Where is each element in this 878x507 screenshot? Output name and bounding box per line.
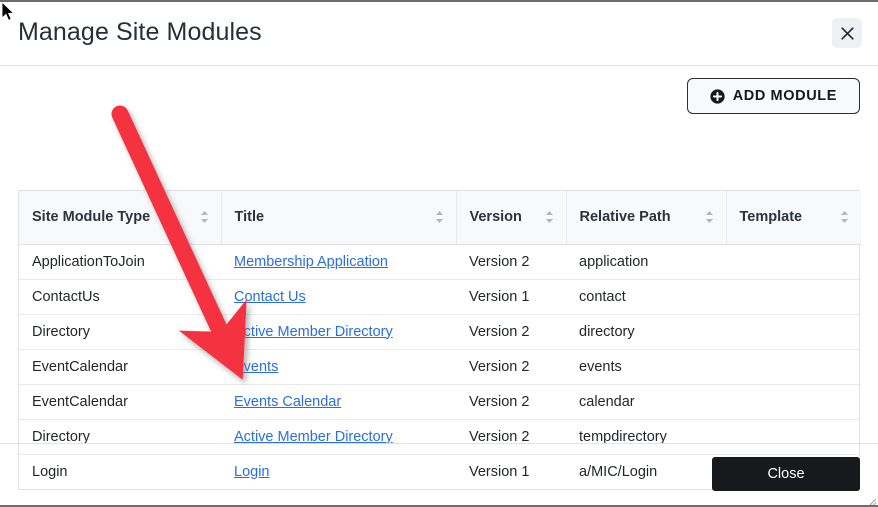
table-row: ApplicationToJoin Membership Application V… bbox=[19, 244, 861, 280]
cell-title: Membership Application bbox=[221, 244, 456, 280]
cell-title: Events Calendar bbox=[221, 384, 456, 420]
column-header-version[interactable]: Version bbox=[456, 191, 567, 245]
plus-circle-icon bbox=[710, 88, 725, 104]
sort-icon[interactable] bbox=[705, 210, 714, 224]
cell-template bbox=[726, 384, 861, 420]
module-title-link[interactable]: Events bbox=[234, 359, 278, 375]
column-label: Version bbox=[469, 209, 522, 226]
cell-title: Events bbox=[221, 349, 456, 385]
module-title-link[interactable]: Membership Application bbox=[234, 254, 388, 270]
cell-relative-path: contact bbox=[566, 279, 726, 315]
close-button[interactable]: Close bbox=[712, 457, 860, 491]
table-header-row: Site Module Type Title Version Relative … bbox=[19, 191, 861, 245]
cell-version: Version 2 bbox=[456, 384, 566, 420]
module-title-link[interactable]: Contact Us bbox=[234, 289, 306, 305]
manage-site-modules-dialog: Manage Site Modules ADD MODULE Site Modu… bbox=[0, 0, 878, 507]
column-label: Relative Path bbox=[579, 209, 671, 226]
dialog-body: ADD MODULE Site Module Type Title Versio… bbox=[0, 66, 878, 490]
cell-version: Version 2 bbox=[456, 244, 566, 280]
sort-icon[interactable] bbox=[435, 210, 444, 224]
column-header-site-module-type[interactable]: Site Module Type bbox=[19, 191, 222, 245]
cell-relative-path: application bbox=[566, 244, 726, 280]
module-title-link[interactable]: Active Member Directory bbox=[234, 324, 393, 340]
cell-relative-path: directory bbox=[566, 314, 726, 350]
add-module-button[interactable]: ADD MODULE bbox=[686, 78, 860, 114]
cell-site-module-type: EventCalendar bbox=[19, 384, 221, 420]
dialog-footer: Close bbox=[0, 443, 878, 506]
cell-title: Contact Us bbox=[221, 279, 456, 315]
cell-site-module-type: ApplicationToJoin bbox=[19, 244, 221, 280]
cell-template bbox=[726, 279, 861, 315]
cell-site-module-type: Directory bbox=[19, 314, 221, 350]
column-header-relative-path[interactable]: Relative Path bbox=[566, 191, 727, 245]
cell-relative-path: events bbox=[566, 349, 726, 385]
column-header-title[interactable]: Title bbox=[221, 191, 457, 245]
table-row: EventCalendar Events Calendar Version 2 cal… bbox=[19, 384, 861, 420]
close-icon-button[interactable] bbox=[832, 18, 862, 48]
cell-version: Version 2 bbox=[456, 314, 566, 350]
table-row: ContactUs Contact Us Version 1 contact bbox=[19, 279, 861, 315]
cell-version: Version 2 bbox=[456, 349, 566, 385]
cell-site-module-type: ContactUs bbox=[19, 279, 221, 315]
resize-handle[interactable] bbox=[867, 493, 877, 506]
dialog-header: Manage Site Modules bbox=[0, 2, 878, 66]
page-title: Manage Site Modules bbox=[18, 18, 262, 46]
add-module-label: ADD MODULE bbox=[732, 88, 837, 104]
column-header-template[interactable]: Template bbox=[726, 191, 861, 245]
toolbar: ADD MODULE bbox=[686, 78, 860, 114]
close-icon bbox=[840, 26, 855, 41]
cell-title: Active Member Directory bbox=[221, 314, 456, 350]
column-label: Title bbox=[234, 209, 265, 226]
table-row: EventCalendar Events Version 2 events bbox=[19, 349, 861, 385]
sort-icon[interactable] bbox=[840, 210, 849, 224]
cell-relative-path: calendar bbox=[566, 384, 726, 420]
column-label: Template bbox=[739, 209, 803, 226]
table-row: Directory Active Member Directory Version … bbox=[19, 314, 861, 350]
cell-template bbox=[726, 244, 861, 280]
sort-icon[interactable] bbox=[545, 210, 554, 224]
cell-site-module-type: EventCalendar bbox=[19, 349, 221, 385]
table-head: Site Module Type Title Version Relative … bbox=[19, 191, 861, 245]
sort-icon[interactable] bbox=[200, 210, 209, 224]
cell-template bbox=[726, 349, 861, 385]
module-title-link[interactable]: Events Calendar bbox=[234, 394, 341, 410]
cell-version: Version 1 bbox=[456, 279, 566, 315]
cell-template bbox=[726, 314, 861, 350]
column-label: Site Module Type bbox=[32, 209, 151, 226]
